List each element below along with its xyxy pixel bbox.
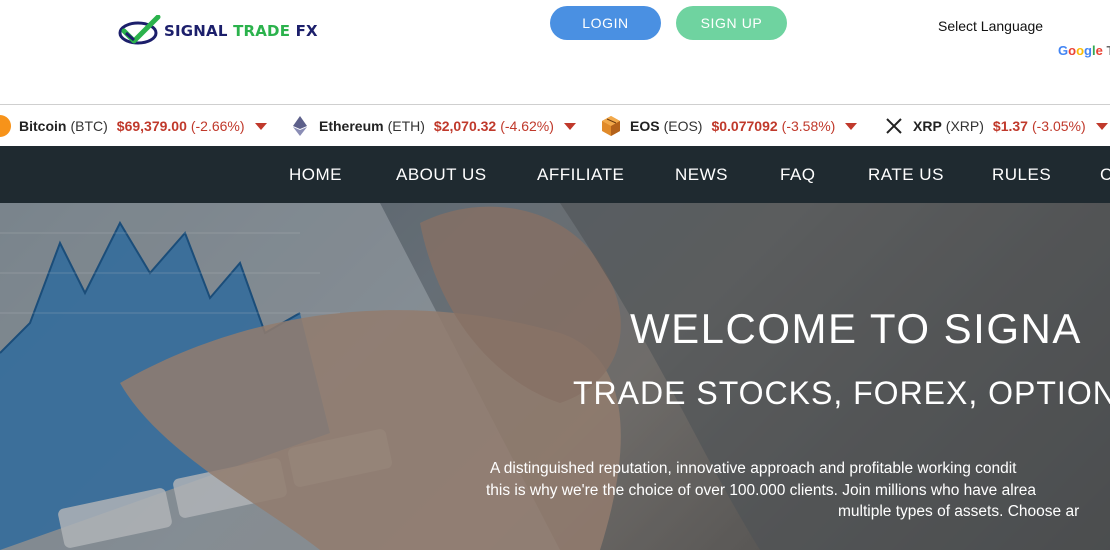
hero-banner: WELCOME TO SIGNA TRADE STOCKS, FOREX, OP… <box>0 203 1110 550</box>
coin-symbol: (XRP) <box>945 118 984 134</box>
ethereum-icon <box>289 115 311 137</box>
price-down-icon <box>254 122 267 130</box>
coin-symbol: (ETH) <box>387 118 425 134</box>
coin-change: (-2.66%) <box>190 118 245 134</box>
coin-name: Ethereum <box>319 118 384 134</box>
hero-description-line-2: this is why we're the choice of over 100… <box>486 482 1037 499</box>
site-logo[interactable]: SIGNAL TRADE FX <box>116 14 318 48</box>
price-down-icon <box>845 122 858 130</box>
crypto-ticker: Bitcoin (BTC) $69,379.00 (-2.66%) Ethere… <box>0 104 1110 146</box>
hero-subtitle: TRADE STOCKS, FOREX, OPTION <box>573 375 1110 411</box>
coin-symbol: (BTC) <box>70 118 108 134</box>
hero-description-line-3: multiple types of assets. Choose ar <box>838 503 1080 520</box>
coin-price: $2,070.32 <box>433 118 497 134</box>
coin-change: (-3.05%) <box>1031 118 1086 134</box>
site-header: SIGNAL TRADE FX LOGIN SIGN UP Select Lan… <box>0 0 1110 104</box>
logo-check-icon <box>118 15 161 45</box>
nav-item-news[interactable]: NEWS <box>675 146 728 203</box>
coin-change: (-4.62%) <box>500 118 554 134</box>
coin-price: $69,379.00 <box>116 118 187 134</box>
signup-button[interactable]: SIGN UP <box>676 6 787 40</box>
coin-name: Bitcoin <box>19 118 67 134</box>
coin-name: EOS <box>630 118 660 134</box>
logo-text: SIGNAL TRADE FX <box>164 22 318 40</box>
hero-title: WELCOME TO SIGNA <box>630 305 1082 352</box>
translate-label: Tr <box>1106 43 1110 58</box>
google-logo: Google <box>1058 43 1103 58</box>
nav-item-affiliate[interactable]: AFFILIATE <box>537 146 624 203</box>
nav-item-rules[interactable]: RULES <box>992 146 1051 203</box>
ticker-item-xrp[interactable]: XRP (XRP) $1.37 (-3.05%) <box>883 105 1108 146</box>
nav-item-home[interactable]: HOME <box>289 146 342 203</box>
hero-description-line-1: A distinguished reputation, innovative a… <box>490 460 1017 477</box>
ticker-item-eos[interactable]: EOS (EOS) $0.077092 (-3.58%) <box>600 105 858 146</box>
nav-item-rate-us[interactable]: RATE US <box>868 146 944 203</box>
ticker-item-bitcoin[interactable]: Bitcoin (BTC) $69,379.00 (-2.66%) <box>0 105 267 146</box>
coin-symbol: (EOS) <box>663 118 703 134</box>
price-down-icon <box>1095 122 1108 130</box>
ticker-item-ethereum[interactable]: Ethereum (ETH) $2,070.32 (-4.62%) <box>289 105 576 146</box>
logo-word-fx: FX <box>295 22 318 40</box>
select-language-dropdown[interactable]: Select Language <box>938 18 1043 34</box>
nav-item-contact[interactable]: C <box>1100 146 1110 203</box>
price-down-icon <box>563 122 576 130</box>
logo-word-signal: SIGNAL <box>164 22 228 40</box>
main-nav: HOME ABOUT US AFFILIATE NEWS FAQ RATE US… <box>0 146 1110 203</box>
nav-item-faq[interactable]: FAQ <box>780 146 816 203</box>
coin-change: (-3.58%) <box>781 118 836 134</box>
bitcoin-icon <box>0 115 11 137</box>
logo-word-trade: TRADE <box>233 22 291 40</box>
nav-item-about-us[interactable]: ABOUT US <box>396 146 487 203</box>
coin-price: $1.37 <box>992 118 1028 134</box>
coin-name: XRP <box>913 118 942 134</box>
coin-price: $0.077092 <box>711 118 778 134</box>
eos-icon <box>600 115 622 137</box>
xrp-icon <box>883 115 905 137</box>
google-translate-link[interactable]: Google Tr <box>1058 43 1110 58</box>
login-button[interactable]: LOGIN <box>550 6 661 40</box>
